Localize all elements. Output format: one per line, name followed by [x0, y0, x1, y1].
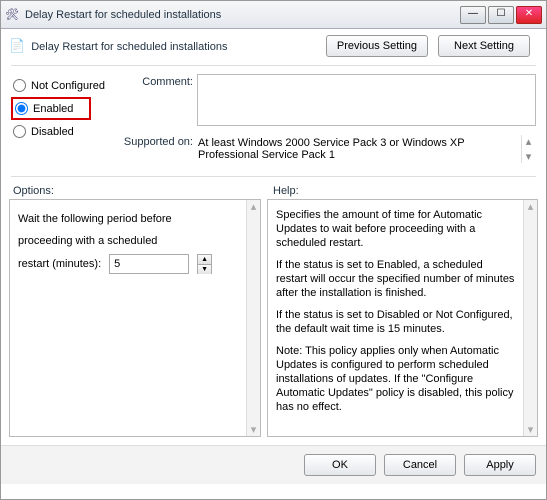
app-icon: 🛠 [5, 8, 19, 22]
apply-button[interactable]: Apply [464, 454, 536, 476]
next-setting-button[interactable]: Next Setting [438, 35, 530, 57]
help-paragraph: If the status is set to Disabled or Not … [276, 308, 529, 336]
previous-setting-button[interactable]: Previous Setting [326, 35, 428, 57]
restart-minutes-input[interactable] [109, 254, 189, 274]
title-bar: 🛠 Delay Restart for scheduled installati… [1, 1, 546, 29]
cancel-button[interactable]: Cancel [384, 454, 456, 476]
radio-enabled-label: Enabled [33, 103, 73, 115]
dialog-footer: OK Cancel Apply [1, 445, 546, 484]
policy-title: Delay Restart for scheduled installation… [31, 39, 326, 53]
help-paragraph: Specifies the amount of time for Automat… [276, 208, 529, 250]
radio-not-configured[interactable]: Not Configured [11, 74, 117, 97]
option-text-line1: Wait the following period before [18, 210, 252, 228]
spinner-down-icon[interactable]: ▼ [198, 265, 211, 274]
options-scrollbar[interactable]: ▴▾ [246, 200, 260, 436]
help-pane: Specifies the amount of time for Automat… [267, 199, 538, 437]
comment-input[interactable] [197, 74, 536, 126]
ok-button[interactable]: OK [304, 454, 376, 476]
comment-label: Comment: [117, 74, 193, 88]
help-paragraph: If the status is set to Enabled, a sched… [276, 258, 529, 300]
radio-enabled[interactable]: Enabled [11, 97, 91, 120]
restart-minutes-row: restart (minutes): ▲ ▼ [18, 254, 252, 274]
config-section: Not Configured Enabled Disabled Comment:… [1, 70, 546, 172]
state-radio-group: Not Configured Enabled Disabled [11, 74, 117, 164]
help-paragraph: Note: This policy applies only when Auto… [276, 344, 529, 414]
section-labels: Options: Help: [1, 181, 546, 199]
radio-not-configured-input[interactable] [13, 79, 26, 92]
minimize-button[interactable]: — [460, 6, 486, 24]
restart-minutes-spinner[interactable]: ▲ ▼ [197, 254, 212, 274]
radio-disabled-label: Disabled [31, 126, 74, 138]
help-label: Help: [265, 185, 534, 197]
policy-header: 📄 Delay Restart for scheduled installati… [1, 29, 546, 61]
maximize-button[interactable]: ☐ [488, 6, 514, 24]
radio-disabled-input[interactable] [13, 125, 26, 138]
window-title: Delay Restart for scheduled installation… [25, 9, 458, 21]
close-button[interactable]: ✕ [516, 6, 542, 24]
supported-on-text: At least Windows 2000 Service Pack 3 or … [198, 135, 521, 163]
options-label: Options: [13, 185, 265, 197]
radio-not-configured-label: Not Configured [31, 80, 105, 92]
radio-enabled-input[interactable] [15, 102, 28, 115]
divider [11, 176, 536, 177]
supported-scrollbar[interactable]: ▴▾ [521, 135, 535, 163]
option-text-line2: proceeding with a scheduled [18, 232, 252, 250]
policy-icon: 📄 [9, 38, 25, 54]
divider [11, 65, 536, 66]
panes: Wait the following period before proceed… [1, 199, 546, 445]
radio-disabled[interactable]: Disabled [11, 120, 117, 143]
supported-on-label: Supported on: [117, 134, 193, 148]
restart-minutes-label: restart (minutes): [18, 258, 101, 270]
spinner-up-icon[interactable]: ▲ [198, 255, 211, 265]
help-scrollbar[interactable]: ▴▾ [523, 200, 537, 436]
options-pane: Wait the following period before proceed… [9, 199, 261, 437]
